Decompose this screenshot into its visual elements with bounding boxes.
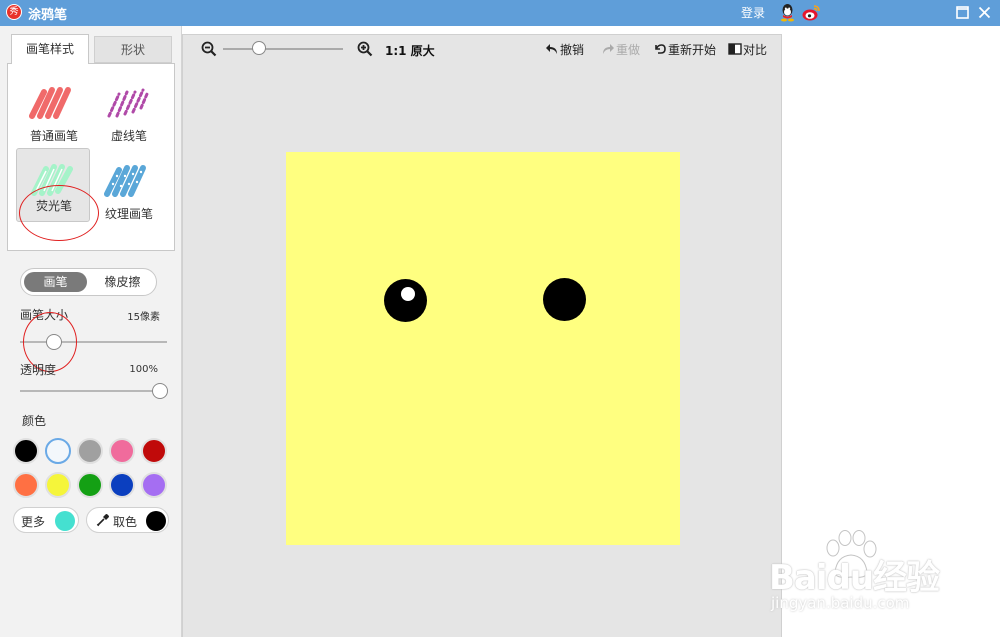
dashed-brush-icon xyxy=(107,88,149,118)
eyedropper-icon xyxy=(96,514,109,527)
drawn-left-eye xyxy=(384,279,427,322)
drawn-eye-highlight xyxy=(401,287,415,301)
color-swatch[interactable] xyxy=(77,438,103,464)
brush-label: 荧光笔 xyxy=(35,199,72,213)
color-swatch[interactable] xyxy=(77,472,103,498)
maximize-button[interactable] xyxy=(954,4,971,21)
opacity-label: 透明度 xyxy=(20,363,57,377)
brush-texture[interactable]: 纹理画笔 xyxy=(92,150,166,222)
undo-label: 撤销 xyxy=(560,43,585,57)
main-area: 1:1 原大 撤销 重做 重新开始 对比 xyxy=(182,34,782,637)
zoom-thumb[interactable] xyxy=(252,41,266,55)
color-swatch[interactable] xyxy=(13,472,39,498)
brush-size-label: 画笔大小 xyxy=(20,308,69,322)
undo-button[interactable]: 撤销 xyxy=(545,41,589,59)
mode-toggle: 画笔 橡皮擦 xyxy=(20,268,157,296)
opacity-slider[interactable] xyxy=(20,390,160,392)
more-colors-label: 更多 xyxy=(21,515,46,529)
watermark-logo-text: Baidu经验 xyxy=(769,558,940,598)
redo-button[interactable]: 重做 xyxy=(601,41,645,59)
app-logo: 秀 xyxy=(6,4,22,20)
drawing-canvas[interactable] xyxy=(286,152,680,545)
zoom-out-icon[interactable] xyxy=(201,41,217,57)
zoom-actual-size[interactable]: 1:1 原大 xyxy=(385,42,435,59)
drawn-right-eye xyxy=(543,278,586,321)
brush-size-thumb[interactable] xyxy=(46,334,63,350)
redo-label: 重做 xyxy=(616,43,641,57)
restart-button[interactable]: 重新开始 xyxy=(653,41,723,59)
opacity-thumb[interactable] xyxy=(152,383,168,399)
brush-dashed[interactable]: 虚线笔 xyxy=(92,72,166,144)
eraser-mode-button[interactable]: 橡皮擦 xyxy=(91,272,154,292)
close-button[interactable] xyxy=(976,4,993,21)
opacity-value: 100% xyxy=(129,364,158,375)
brush-size-slider[interactable] xyxy=(20,341,167,343)
brush-highlighter[interactable]: 荧光笔 xyxy=(16,148,90,222)
baidu-paw-icon xyxy=(826,530,877,578)
normal-brush-icon xyxy=(29,87,71,119)
pick-color-button[interactable]: 取色 xyxy=(86,507,169,533)
brush-label: 普通画笔 xyxy=(29,129,78,143)
compare-icon xyxy=(728,43,742,55)
brush-mode-button[interactable]: 画笔 xyxy=(24,272,87,292)
baidu-watermark: Baidu经验 jingyan.baidu.com xyxy=(766,528,1000,637)
picked-color-preview xyxy=(146,511,166,531)
color-swatch[interactable] xyxy=(13,438,39,464)
left-panel: 画笔样式 形状 普通画笔 虚线笔 荧光笔 纹理画笔 画笔 橡皮擦 画笔大小 15… xyxy=(0,26,182,637)
color-swatch[interactable] xyxy=(109,438,135,464)
more-colors-button[interactable]: 更多 xyxy=(13,507,79,533)
color-swatch[interactable] xyxy=(141,438,167,464)
brush-label: 纹理画笔 xyxy=(104,207,153,221)
title-bar: 秀 涂鸦笔 登录 xyxy=(0,0,1000,26)
more-colors-preview xyxy=(55,511,75,531)
login-link[interactable]: 登录 xyxy=(741,4,765,21)
zoom-in-icon[interactable] xyxy=(357,41,373,57)
tab-brush-style[interactable]: 画笔样式 xyxy=(11,34,89,64)
weibo-icon[interactable] xyxy=(802,3,821,22)
restart-label: 重新开始 xyxy=(668,43,717,57)
tab-shape[interactable]: 形状 xyxy=(94,36,172,63)
color-swatch[interactable] xyxy=(45,438,71,464)
brush-style-panel: 普通画笔 虚线笔 荧光笔 纹理画笔 xyxy=(7,63,175,251)
compare-label: 对比 xyxy=(743,43,768,57)
highlighter-brush-icon xyxy=(31,164,73,196)
pick-color-label: 取色 xyxy=(113,515,138,529)
compare-button[interactable]: 对比 xyxy=(728,41,772,59)
texture-brush-icon xyxy=(104,165,146,197)
watermark-url: jingyan.baidu.com xyxy=(771,594,910,612)
restart-icon xyxy=(655,44,666,54)
brush-label: 虚线笔 xyxy=(110,129,147,143)
redo-icon xyxy=(603,44,614,54)
brush-size-value: 15像素 xyxy=(127,312,160,323)
color-swatch[interactable] xyxy=(141,472,167,498)
color-label: 颜色 xyxy=(22,414,47,428)
zoom-slider[interactable] xyxy=(223,48,343,50)
app-title: 涂鸦笔 xyxy=(28,8,68,23)
undo-icon xyxy=(546,44,557,54)
toolbar: 1:1 原大 撤销 重做 重新开始 对比 xyxy=(183,35,781,65)
brush-normal[interactable]: 普通画笔 xyxy=(17,72,91,144)
qq-icon[interactable] xyxy=(779,3,796,22)
color-swatch[interactable] xyxy=(109,472,135,498)
color-swatch[interactable] xyxy=(45,472,71,498)
